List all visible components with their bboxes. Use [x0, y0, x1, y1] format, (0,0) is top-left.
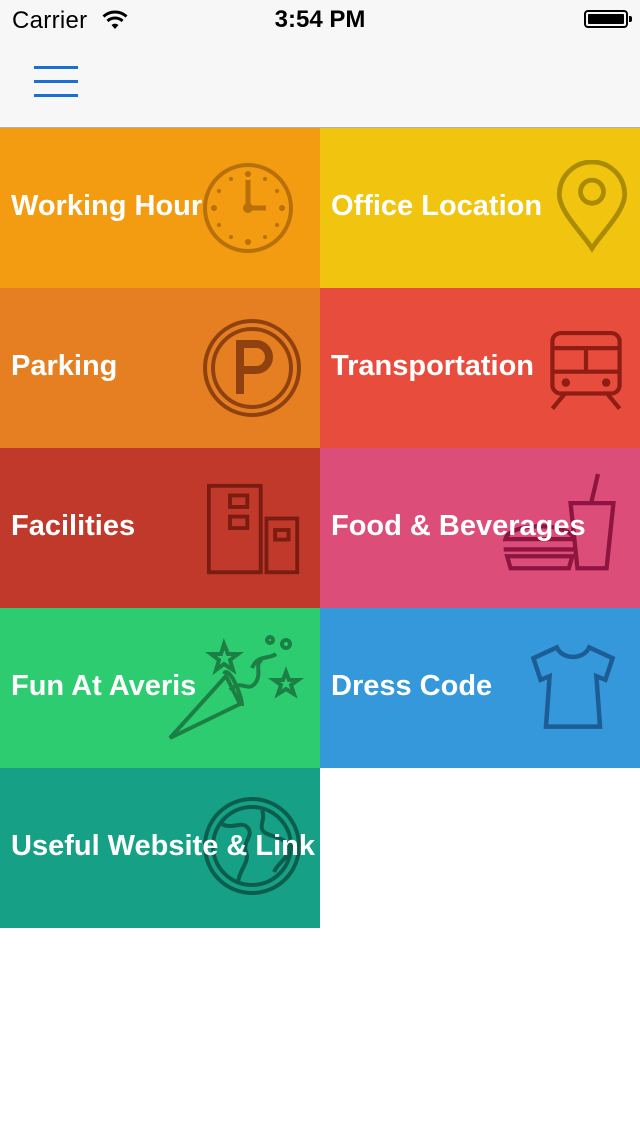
status-time: 3:54 PM	[274, 6, 366, 33]
battery-icon	[584, 10, 632, 28]
tile-transportation[interactable]: Transportation	[320, 288, 640, 448]
tile-label: Working Hour	[11, 190, 203, 222]
tile-label: Transportation	[331, 350, 535, 382]
navigation-bar	[0, 40, 640, 128]
tile-fun-at-averis[interactable]: Fun At Averis	[0, 608, 320, 768]
clock-icon	[203, 163, 293, 253]
tile-working-hour[interactable]: Working Hour	[0, 128, 320, 288]
tile-dress-code[interactable]: Dress Code	[320, 608, 640, 768]
tshirt-icon	[530, 644, 616, 729]
map-pin-icon	[556, 160, 628, 253]
train-icon	[550, 330, 622, 410]
hamburger-menu-icon[interactable]	[34, 66, 78, 100]
parking-icon	[203, 319, 301, 417]
tile-label: Useful Website & Link	[11, 830, 316, 862]
tile-label: Dress Code	[331, 670, 493, 702]
tile-label: Food & Beverages	[331, 510, 586, 542]
tile-label: Facilities	[11, 510, 136, 542]
tile-label: Fun At Averis	[11, 670, 197, 702]
tile-facilities[interactable]: Facilities	[0, 448, 320, 608]
status-bar: Carrier 3:54 PM	[0, 0, 640, 40]
tile-label: Office Location	[331, 190, 543, 222]
tile-food-beverages[interactable]: Food & Beverages	[320, 448, 640, 608]
tile-office-location[interactable]: Office Location	[320, 128, 640, 288]
buildings-icon	[206, 483, 300, 575]
tile-parking[interactable]: Parking	[0, 288, 320, 448]
tile-label: Parking	[11, 350, 118, 382]
tile-useful-website-link[interactable]: Useful Website & Link	[0, 768, 320, 928]
